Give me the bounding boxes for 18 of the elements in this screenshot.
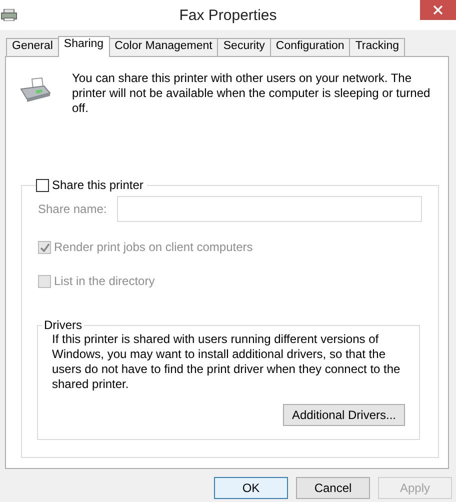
dialog-button[interactable]: OK — [214, 477, 288, 499]
window-title: Fax Properties — [179, 6, 277, 24]
fax-machine-icon — [18, 77, 52, 103]
dialog-button[interactable]: Cancel — [296, 477, 370, 499]
share-checkbox[interactable]: Share this printer — [36, 178, 144, 192]
share-name-label: Share name: — [38, 202, 107, 216]
tab[interactable]: General — [6, 38, 59, 56]
sharing-description: You can share this printer with other users on your network. The printer will not be available when the computer is sleeping or turned off. — [72, 71, 432, 116]
printer-icon — [1, 9, 17, 21]
close-icon — [433, 5, 443, 15]
close-button[interactable] — [420, 0, 456, 20]
drivers-description: If this printer is shared with users running different versions of Windows, you may want to install additional drivers, so that the users do not have to find the print driver when they connect to the shared printer. — [52, 332, 402, 392]
check-icon — [40, 242, 50, 252]
tab[interactable]: Tracking — [349, 38, 405, 56]
additional-drivers-button[interactable]: Additional Drivers... — [282, 404, 405, 426]
drivers-heading: Drivers — [43, 318, 83, 332]
share-name-field[interactable] — [116, 196, 422, 222]
tab[interactable]: Sharing — [58, 36, 110, 57]
